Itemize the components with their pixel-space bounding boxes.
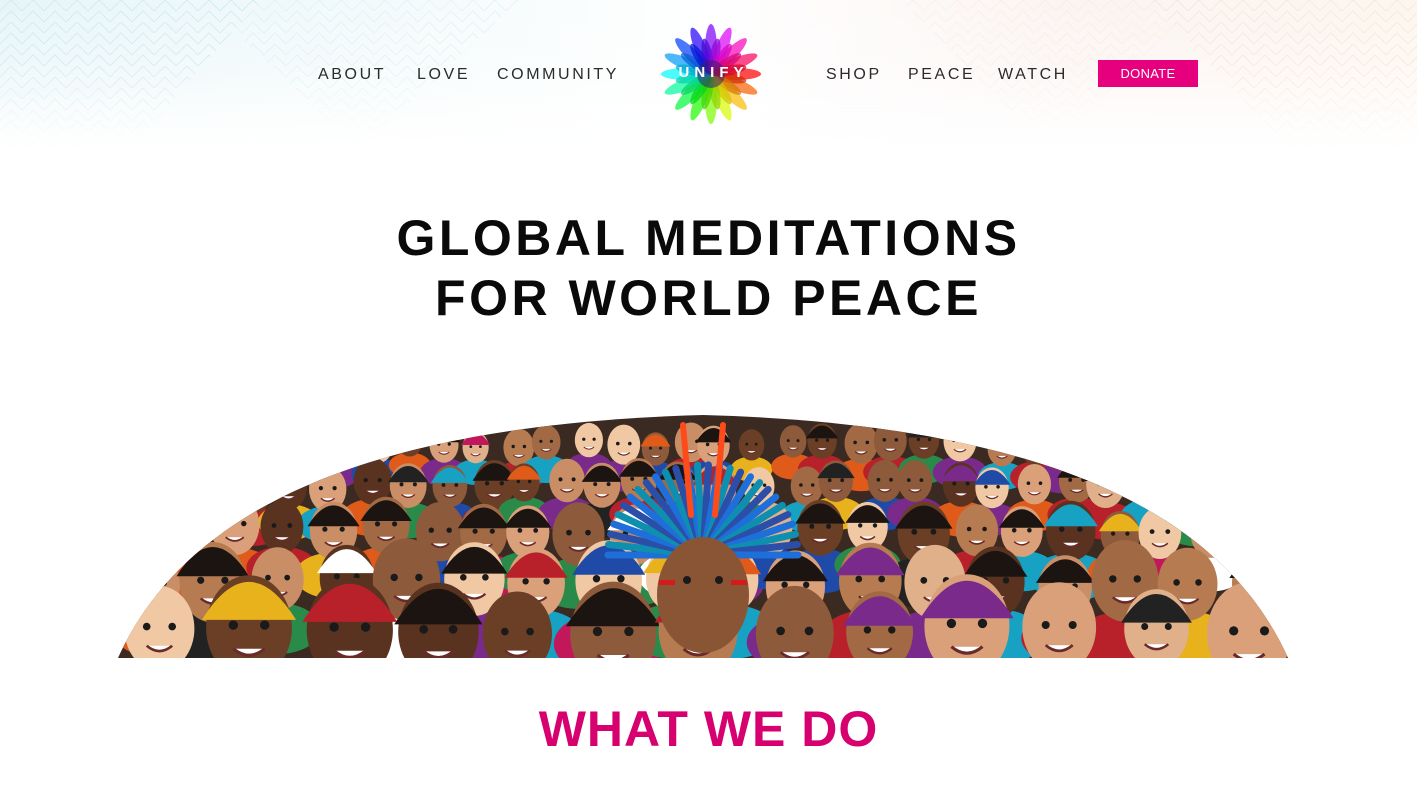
collage-face <box>1140 422 1192 487</box>
collage-face <box>280 428 327 486</box>
nav-watch[interactable]: WATCH <box>998 66 1068 88</box>
nav-about[interactable]: ABOUT <box>318 66 386 88</box>
nav-shop[interactable]: SHOP <box>826 66 882 88</box>
collage-face <box>178 423 230 487</box>
collage-face <box>1205 462 1264 534</box>
collage-face <box>1246 428 1288 486</box>
collage-face <box>1210 430 1260 493</box>
collage-face <box>151 428 199 487</box>
hero-title-line1: GLOBAL MEDITATIONS <box>396 210 1021 266</box>
hero-title-line2: FOR WORLD PEACE <box>435 270 982 326</box>
collage-face <box>118 469 165 535</box>
donate-button[interactable]: DONATE <box>1098 60 1198 87</box>
collage-face <box>118 429 157 484</box>
collage-face <box>204 428 260 498</box>
faces-collage-image <box>118 405 1288 658</box>
nav-community[interactable]: COMMUNITY <box>497 66 619 88</box>
collage-face <box>1240 467 1288 532</box>
nav-peace[interactable]: PEACE <box>908 66 975 88</box>
nav-love[interactable]: LOVE <box>417 66 470 88</box>
collage-face <box>1105 428 1152 486</box>
hero-title: GLOBAL MEDITATIONS FOR WORLD PEACE <box>0 208 1417 328</box>
faces-collage-graphic <box>118 415 1288 658</box>
collage-face <box>138 463 205 545</box>
unify-logo[interactable]: UNIFY <box>660 23 762 125</box>
site-header: ABOUT LOVE COMMUNITY UNIFY SHOP PEACE WA… <box>0 0 1417 150</box>
collage-face <box>1230 507 1288 590</box>
collage-face <box>1184 428 1232 487</box>
what-we-do-heading: WHAT WE DO <box>538 701 879 757</box>
logo-text: UNIFY <box>678 64 749 81</box>
collage-face <box>246 426 298 490</box>
collage-face <box>118 503 175 584</box>
